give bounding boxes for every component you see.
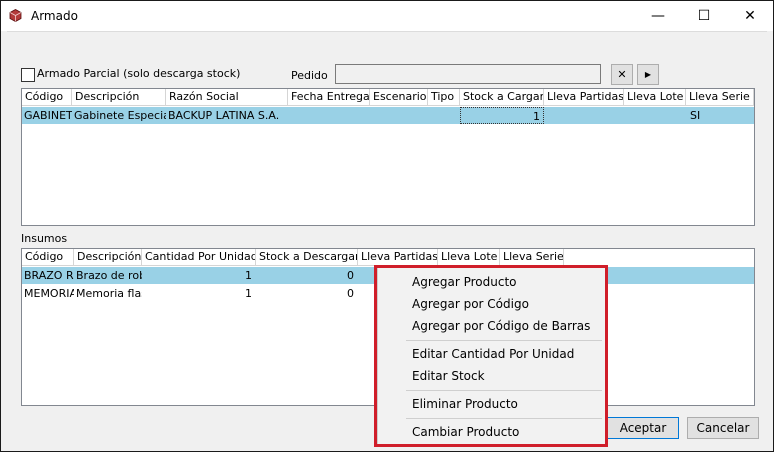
title-bar: Armado — ☐ ✕ [1, 1, 773, 31]
window-title: Armado [31, 9, 78, 23]
col-header-stock-descargar[interactable]: Stock a Descargar [256, 249, 358, 266]
col-header-codigo[interactable]: Código [22, 89, 72, 106]
cell-descripcion: Gabinete Especial [74, 109, 166, 122]
cell-stock-descargar: 0 [347, 269, 354, 282]
col-header-lleva-serie[interactable]: Lleva Serie [500, 249, 564, 266]
next-pedido-button[interactable]: ▶ [637, 64, 659, 85]
col-header-codigo[interactable]: Código [22, 249, 74, 266]
cell-descripcion: Memoria flash [76, 287, 142, 300]
minimize-button[interactable]: — [635, 1, 681, 31]
col-header-descripcion[interactable]: Descripción [74, 249, 142, 266]
cell-stock-cargar[interactable]: 1 [460, 107, 544, 124]
col-header-descripcion[interactable]: Descripción [72, 89, 166, 106]
col-header-lleva-partidas[interactable]: Lleva Partidas [544, 89, 624, 106]
maximize-icon: ☐ [697, 8, 711, 24]
clear-pedido-button[interactable]: ✕ [611, 64, 633, 85]
cell-stock-descargar: 0 [347, 287, 354, 300]
col-header-lleva-lote[interactable]: Lleva Lote [438, 249, 500, 266]
close-button[interactable]: ✕ [727, 1, 773, 31]
col-header-stock-cargar[interactable]: Stock a Cargar [460, 89, 544, 106]
cell-cantidad-unidad: 1 [245, 287, 252, 300]
cell-codigo: GABINETE [24, 109, 72, 122]
maximize-button[interactable]: ☐ [681, 1, 727, 31]
play-icon: ▶ [644, 70, 652, 79]
cell-lleva-serie: SI [690, 109, 701, 122]
col-header-razon-social[interactable]: Razón Social [166, 89, 288, 106]
cell-descripcion: Brazo de robot [76, 269, 142, 282]
pedido-label: Pedido [291, 69, 328, 82]
col-header-escenario[interactable]: Escenario [370, 89, 428, 106]
clear-icon: ✕ [617, 68, 627, 81]
pedido-input[interactable] [335, 64, 601, 84]
cell-cantidad-unidad: 1 [245, 269, 252, 282]
col-header-lleva-serie[interactable]: Lleva Serie [686, 89, 754, 106]
cell-razon-social: BACKUP LATINA S.A. [168, 109, 280, 122]
cell-codigo: MEMORIA [24, 287, 74, 300]
accept-button[interactable]: Aceptar [607, 417, 679, 439]
col-header-cantidad-unidad[interactable]: Cantidad Por Unidad [142, 249, 256, 266]
pedidos-grid[interactable]: Código Descripción Razón Social Fecha En… [21, 88, 755, 226]
col-header-tipo[interactable]: Tipo [428, 89, 460, 106]
cell-codigo: BRAZO R [24, 269, 74, 282]
col-header-fecha-entrega[interactable]: Fecha Entrega [288, 89, 370, 106]
app-cube-icon [9, 9, 22, 22]
cancel-button[interactable]: Cancelar [687, 417, 759, 439]
partial-checkbox-label: Armado Parcial (solo descarga stock) [37, 67, 241, 80]
col-header-lleva-lote[interactable]: Lleva Lote [624, 89, 686, 106]
minimize-icon: — [651, 8, 665, 24]
highlight-box [374, 265, 608, 447]
close-icon: ✕ [744, 8, 756, 24]
partial-checkbox[interactable] [21, 68, 35, 82]
insumos-label: Insumos [21, 232, 68, 245]
armado-window: Armado — ☐ ✕ Armado Parcial (solo descar… [0, 0, 774, 452]
col-header-lleva-partidas[interactable]: Lleva Partidas [358, 249, 438, 266]
